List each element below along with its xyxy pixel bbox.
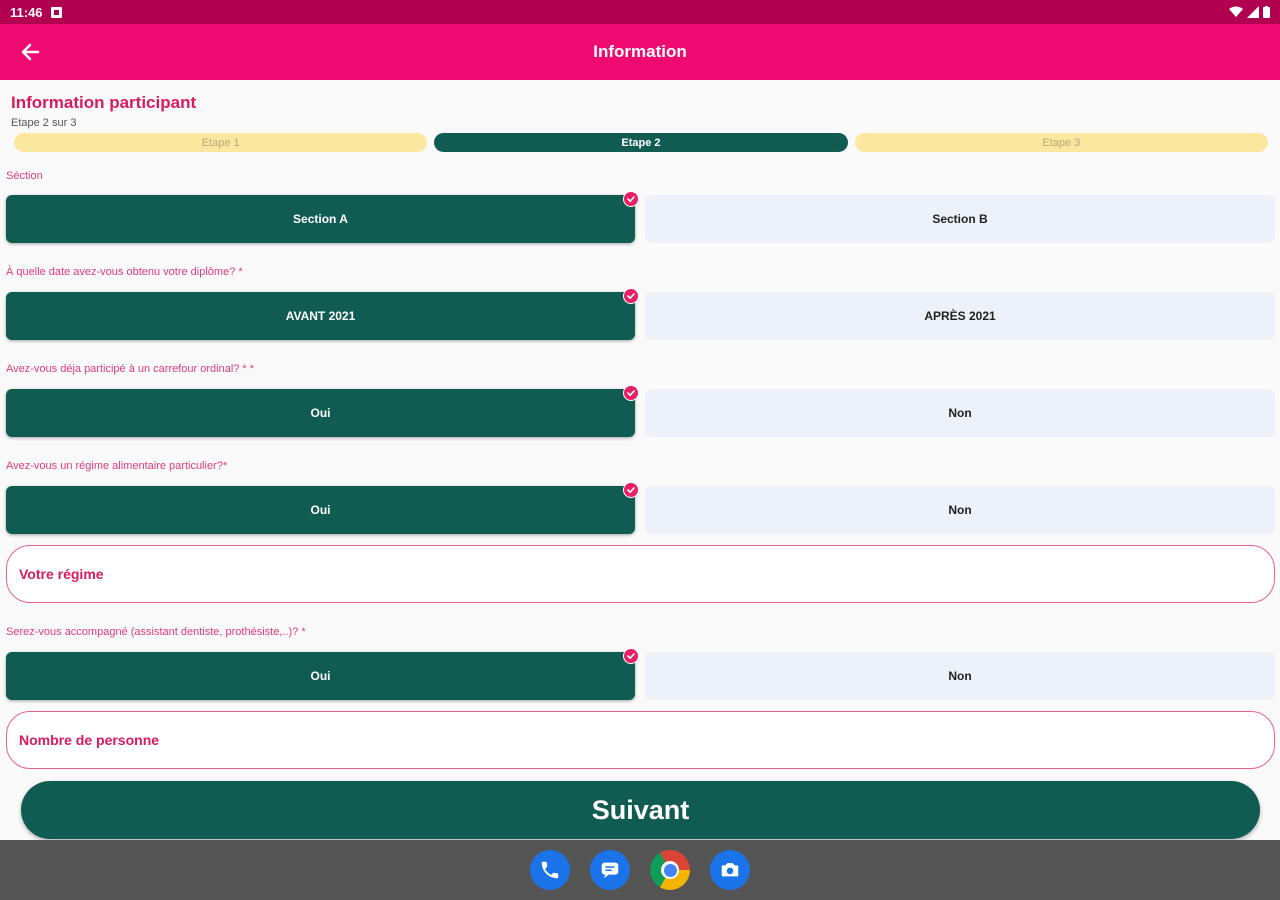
question-label-section: Séction [6,170,43,182]
question-label-companion: Serez-vous accompagné (assistant dentist… [6,626,306,638]
option-non[interactable]: Non [645,389,1275,437]
check-circle-icon [623,191,639,207]
option-oui[interactable]: Oui [6,648,639,700]
app-bar: Information [0,24,1280,80]
option-section-a[interactable]: Section A [6,191,639,243]
option-group-section: Section A Section B [6,191,1275,243]
wifi-icon [1229,6,1243,17]
step-2: Etape 2 [434,133,848,152]
option-apres-2021[interactable]: APRÈS 2021 [645,292,1275,340]
diet-input[interactable] [7,546,1274,602]
option-section-b[interactable]: Section B [645,195,1275,243]
signal-icon [1247,6,1259,18]
status-time: 11:46 [10,4,43,20]
companion-count-input[interactable] [7,712,1274,768]
diet-field [6,545,1275,603]
question-label-diet: Avez-vous un régime alimentaire particul… [6,460,228,472]
page-subtitle: Etape 2 sur 3 [11,117,77,129]
stepper: Etape 1 Etape 2 Etape 3 [14,133,1268,152]
sim-card-icon [50,6,62,18]
battery-icon [1263,6,1270,18]
option-label: Oui [310,503,331,517]
option-non[interactable]: Non [645,652,1275,700]
option-avant-2021[interactable]: AVANT 2021 [6,288,639,340]
option-label: Non [948,406,972,420]
option-non[interactable]: Non [645,486,1275,534]
option-label: Section B [932,212,988,226]
check-circle-icon [623,482,639,498]
check-circle-icon [623,385,639,401]
question-label-diploma-date: À quelle date avez-vous obtenu votre dip… [6,266,243,278]
option-label: Section A [293,212,348,226]
option-group-diet: Oui Non [6,482,1275,534]
app-bar-title: Information [593,42,687,61]
status-bar: 11:46 [0,0,1280,24]
form-content: Information participant Etape 2 sur 3 Et… [0,80,1280,840]
arrow-left-icon [21,43,40,61]
check-circle-icon [623,288,639,304]
option-group-diploma-date: AVANT 2021 APRÈS 2021 [6,288,1275,340]
check-circle-icon [623,648,639,664]
camera-icon[interactable] [710,850,750,890]
option-group-companion: Oui Non [6,648,1275,700]
option-oui[interactable]: Oui [6,385,639,437]
option-label: Non [948,503,972,517]
page-title: Information participant [11,93,197,112]
status-icons [1229,6,1270,18]
option-label: APRÈS 2021 [924,309,996,323]
option-label: AVANT 2021 [285,309,356,323]
step-3: Etape 3 [854,133,1268,152]
chrome-icon[interactable] [650,850,690,890]
companion-count-field [6,711,1275,769]
option-label: Oui [310,669,331,683]
option-label: Oui [310,406,331,420]
system-dock [0,840,1280,900]
messages-icon[interactable] [590,850,630,890]
phone-icon[interactable] [530,850,570,890]
option-group-carrefour: Oui Non [6,385,1275,437]
question-label-carrefour: Avez-vous déja participé à un carrefour … [6,363,255,375]
next-button[interactable]: Suivant [21,781,1260,839]
back-button[interactable] [16,38,44,66]
step-1: Etape 1 [14,133,428,152]
option-oui[interactable]: Oui [6,482,639,534]
option-label: Non [948,669,972,683]
